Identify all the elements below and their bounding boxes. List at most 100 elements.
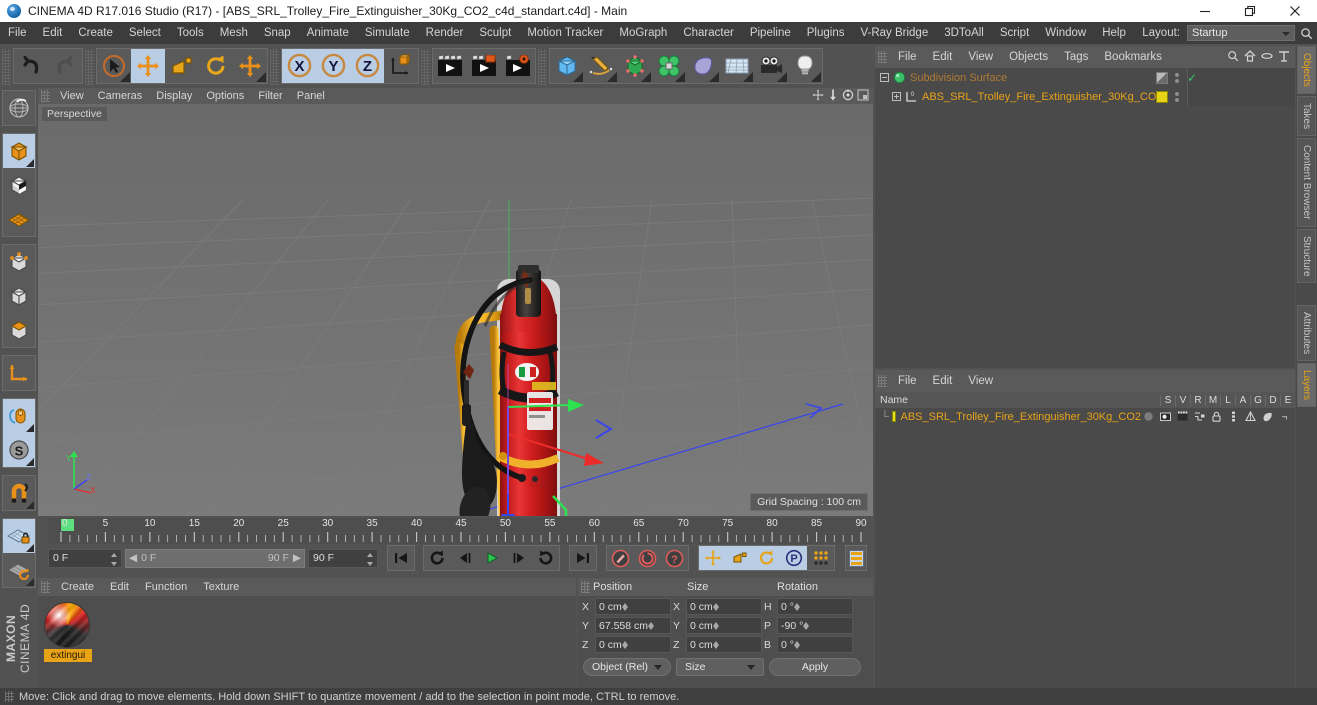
spinner-icon[interactable]	[621, 602, 628, 611]
layer-color-swatch[interactable]	[891, 411, 896, 422]
position-field-z[interactable]: 0 cm	[595, 636, 671, 653]
end-frame-field[interactable]: 90 F	[308, 548, 378, 568]
x-axis-icon[interactable]: X	[282, 48, 316, 83]
viewport-menu-cameras[interactable]: Cameras	[91, 88, 150, 104]
scale-tool-icon[interactable]	[165, 48, 199, 83]
rotate-view-icon[interactable]	[842, 89, 854, 104]
spinner-icon[interactable]	[621, 640, 628, 649]
visibility-dots-icon[interactable]	[1175, 91, 1179, 102]
animation-icon[interactable]	[1226, 411, 1241, 422]
z-axis-icon[interactable]: Z	[350, 48, 384, 83]
step-back-icon[interactable]	[451, 546, 478, 570]
play-reverse-icon[interactable]	[532, 546, 559, 570]
right-tab-content-browser[interactable]: Content Browser	[1297, 138, 1316, 227]
go-to-parent-icon[interactable]	[1244, 49, 1256, 65]
menu-mesh[interactable]: Mesh	[212, 22, 256, 44]
menu-render[interactable]: Render	[418, 22, 472, 44]
generator-icon[interactable]	[1243, 411, 1258, 422]
range-left-arrow-icon[interactable]: ◀	[129, 552, 137, 564]
right-tab-structure[interactable]: Structure	[1297, 228, 1316, 284]
layer-column-s[interactable]: S	[1160, 394, 1175, 406]
menu-plugins[interactable]: Plugins	[799, 22, 853, 44]
snap-enable-icon[interactable]: S	[3, 433, 35, 467]
subdivision-tag-icon[interactable]	[1156, 71, 1168, 84]
spinner-icon[interactable]	[712, 602, 719, 611]
visible-icon[interactable]	[1158, 411, 1173, 422]
undo-view-icon[interactable]	[3, 91, 35, 125]
menu-mograph[interactable]: MoGraph	[611, 22, 675, 44]
toolbar-grip-icon[interactable]	[421, 49, 430, 85]
maximize-icon[interactable]	[1227, 0, 1272, 22]
right-tab-takes[interactable]: Takes	[1297, 95, 1316, 137]
close-icon[interactable]	[1272, 0, 1317, 22]
layer-column-a[interactable]: A	[1235, 394, 1250, 406]
material-menu-create[interactable]: Create	[53, 578, 102, 596]
menu-motion-tracker[interactable]: Motion Tracker	[519, 22, 611, 44]
material-list[interactable]: extingui	[38, 596, 576, 668]
autokeying-icon[interactable]	[634, 546, 661, 570]
size-field-x[interactable]: 0 cm	[686, 598, 762, 615]
deformer-icon[interactable]	[1260, 411, 1275, 422]
redo-icon[interactable]	[48, 48, 82, 83]
timeline-panel-icon[interactable]	[845, 545, 867, 571]
points-mode-icon[interactable]	[3, 245, 35, 279]
rotation-field-p[interactable]: -90 °	[777, 617, 853, 634]
coord-mode-dropdown[interactable]: Object (Rel)	[583, 658, 671, 676]
spinner-icon[interactable]	[793, 602, 800, 611]
position-key-icon[interactable]	[699, 546, 726, 570]
viewport-solo-icon[interactable]	[3, 399, 35, 433]
rotation-field-b[interactable]: 0 °	[777, 636, 853, 653]
right-tab-layers[interactable]: Layers	[1297, 363, 1316, 408]
menu-select[interactable]: Select	[121, 22, 169, 44]
texture-mode-icon[interactable]	[3, 202, 35, 236]
render-settings-icon[interactable]	[501, 48, 535, 83]
expand-plus-icon[interactable]	[891, 91, 902, 102]
object-menu-view[interactable]: View	[960, 46, 1001, 68]
layer-row[interactable]: └ ABS_SRL_Trolley_Fire_Extinguisher_30Kg_…	[875, 408, 1295, 425]
collapse-icon[interactable]	[1261, 50, 1273, 65]
layout-dropdown[interactable]: Startup	[1187, 25, 1295, 41]
live-selection-icon[interactable]	[97, 48, 131, 83]
object-menu-file[interactable]: File	[890, 46, 925, 68]
rotate-tool-icon[interactable]	[199, 48, 233, 83]
world-coordinates-icon[interactable]	[384, 48, 418, 83]
layer-column-v[interactable]: V	[1175, 394, 1190, 406]
layer-menu-edit[interactable]: Edit	[925, 370, 961, 392]
go-to-end-icon[interactable]	[569, 545, 597, 571]
layer-menu-file[interactable]: File	[890, 370, 925, 392]
timeline-ruler[interactable]: 0 5 10 15 20 25 30 35 40 45 50 55 60 65 70 75 80 85 90	[48, 518, 867, 544]
right-tab-objects[interactable]: Objects	[1297, 46, 1316, 94]
menu-tools[interactable]: Tools	[169, 22, 212, 44]
menu-window[interactable]: Window	[1037, 22, 1094, 44]
range-right-arrow-icon[interactable]: ▶	[293, 552, 301, 564]
viewport-menu-display[interactable]: Display	[149, 88, 199, 104]
panel-grip-icon[interactable]	[41, 90, 50, 102]
menu-edit[interactable]: Edit	[35, 22, 71, 44]
frame-range-bar[interactable]: ◀ 0 F 90 F ▶	[125, 548, 305, 568]
layer-column-m[interactable]: M	[1205, 394, 1220, 406]
viewport-menu-view[interactable]: View	[53, 88, 91, 104]
apply-button[interactable]: Apply	[769, 658, 861, 676]
right-tab-attributes[interactable]: Attributes	[1297, 305, 1316, 362]
layer-menu-view[interactable]: View	[960, 370, 1001, 392]
axis-modify-icon[interactable]	[3, 356, 35, 390]
y-axis-icon[interactable]: Y	[316, 48, 350, 83]
expression-icon[interactable]: ¬	[1277, 411, 1292, 422]
render-view-icon[interactable]	[433, 48, 467, 83]
spinner-icon[interactable]	[793, 640, 800, 649]
camera-icon[interactable]	[754, 48, 788, 83]
menu-script[interactable]: Script	[992, 22, 1037, 44]
panel-grip-icon[interactable]	[878, 51, 887, 63]
spinner-icon[interactable]	[367, 552, 374, 566]
viewport-canvas[interactable]: CO2 Perspective Grid Spacing: 100 cm Y …	[38, 104, 873, 516]
viewport-menu-options[interactable]: Options	[199, 88, 251, 104]
object-menu-tags[interactable]: Tags	[1056, 46, 1096, 68]
material-menu-edit[interactable]: Edit	[102, 578, 137, 596]
material-menu-texture[interactable]: Texture	[195, 578, 247, 596]
layer-column-d[interactable]: D	[1265, 394, 1280, 406]
expand-all-icon[interactable]	[1278, 50, 1290, 65]
minimize-icon[interactable]	[1182, 0, 1227, 22]
parameter-key-icon[interactable]: P	[780, 546, 807, 570]
menu-file[interactable]: File	[0, 22, 35, 44]
size-field-z[interactable]: 0 cm	[686, 636, 762, 653]
